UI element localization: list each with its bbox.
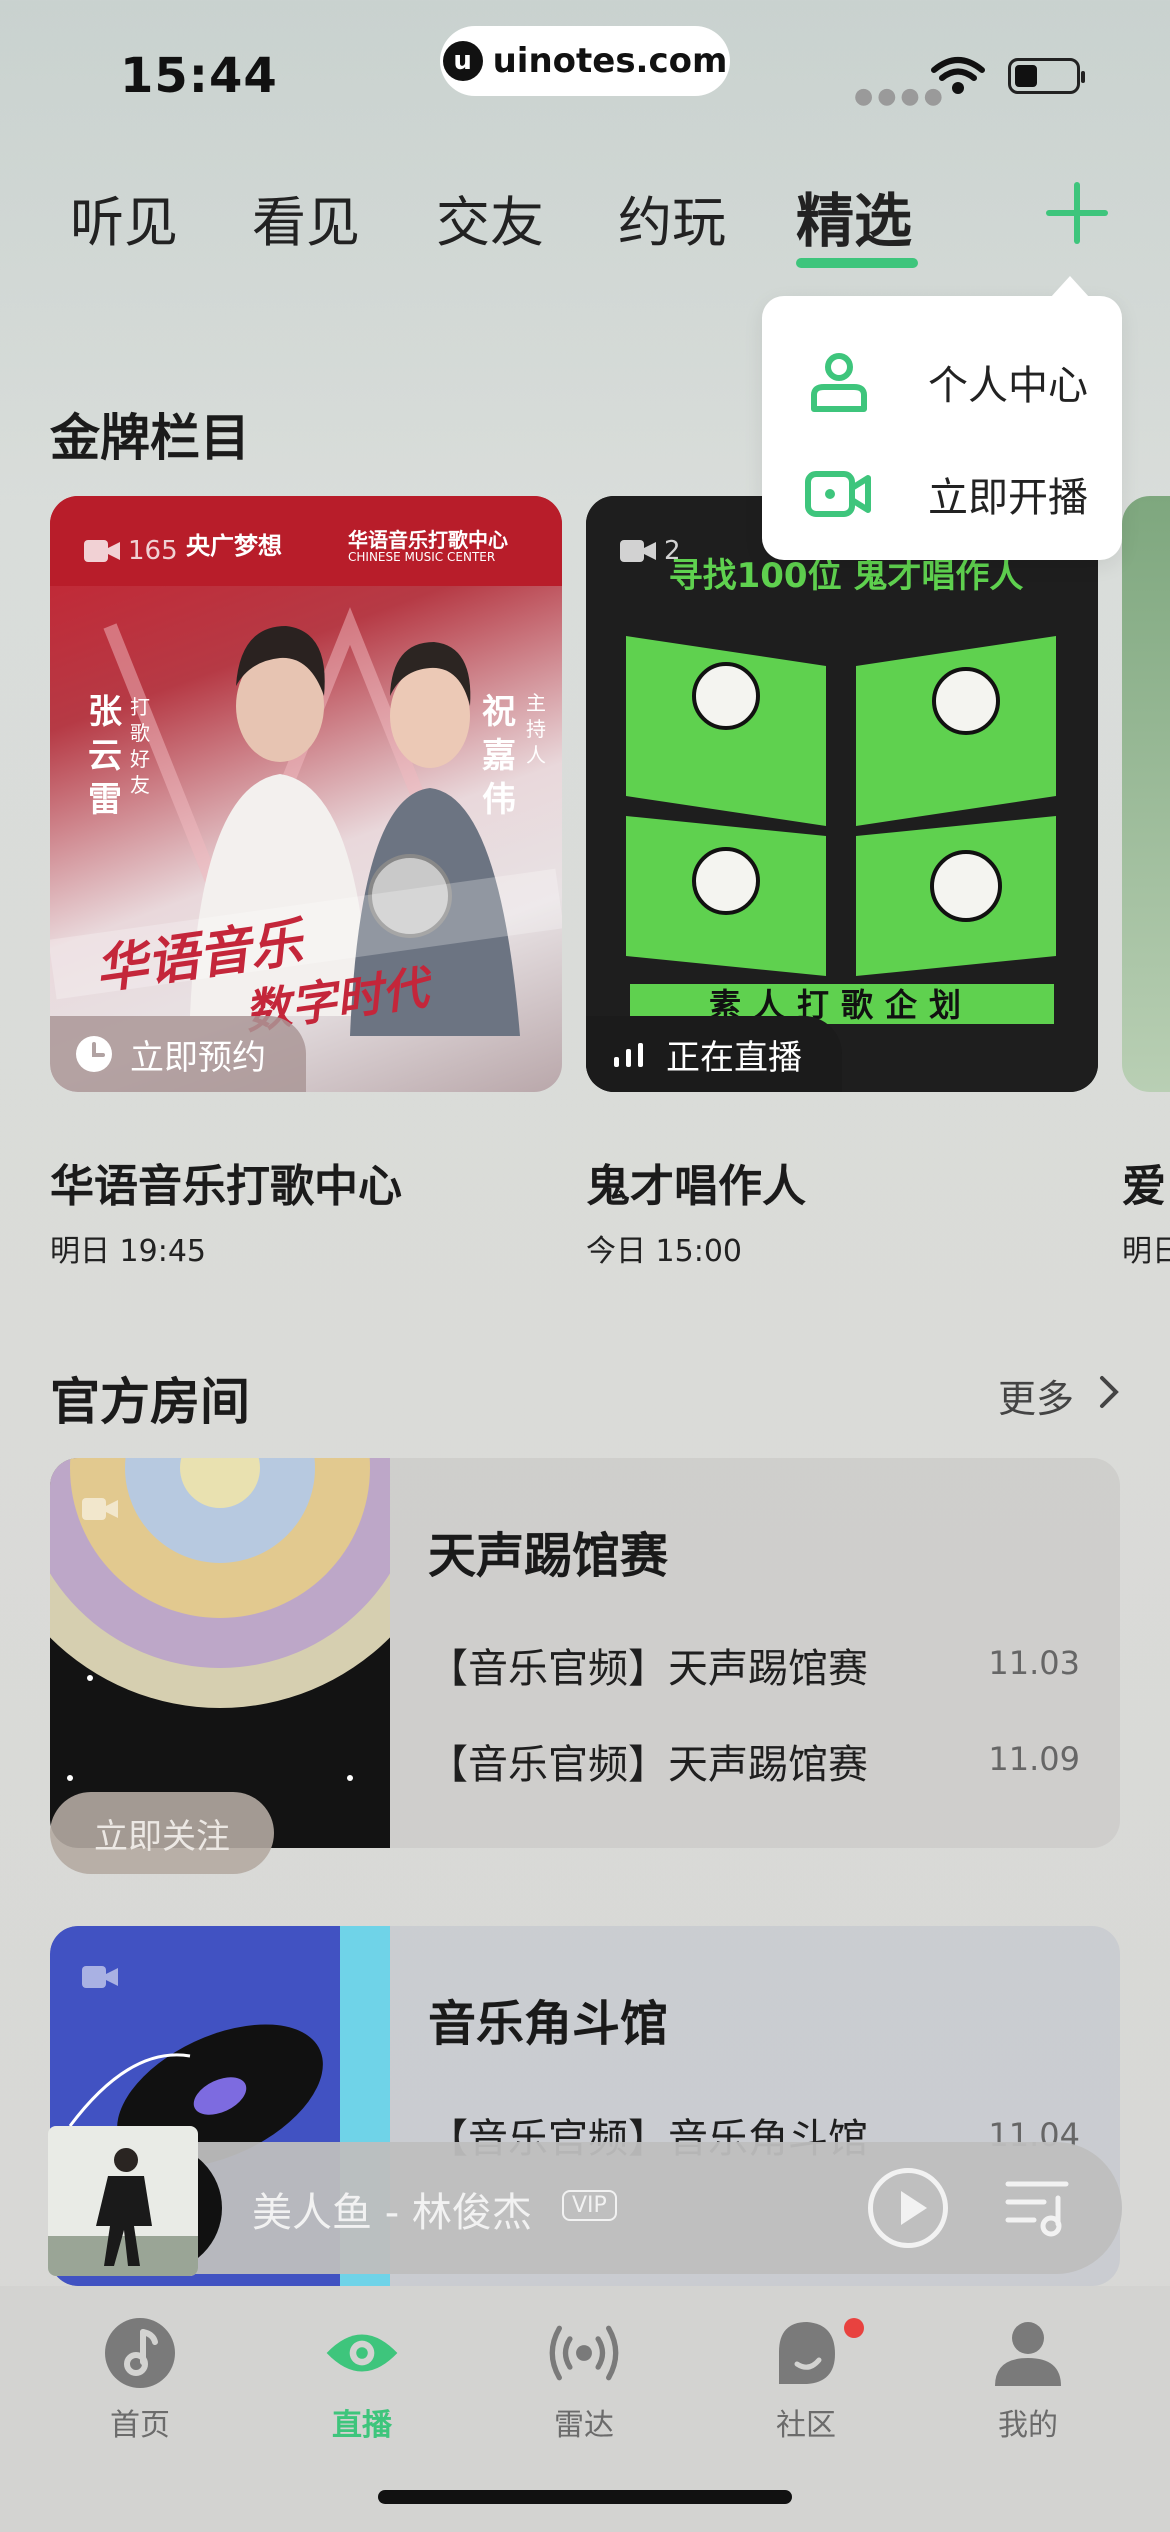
bottom-tab-label: 首页 xyxy=(110,2408,170,2443)
gold-card-3[interactable] xyxy=(1122,496,1170,1092)
add-button[interactable] xyxy=(1046,182,1108,244)
play-button[interactable] xyxy=(868,2168,948,2248)
radar-icon xyxy=(547,2316,621,2390)
viewer-count: 165 xyxy=(128,536,178,566)
more-link[interactable]: 更多 xyxy=(998,1368,1074,1423)
menu-item-label: 个人中心 xyxy=(928,363,1088,409)
profile-icon xyxy=(991,2316,1065,2390)
bottom-tab-label: 我的 xyxy=(998,2408,1058,2443)
card-title: 鬼才唱作人 xyxy=(586,1161,806,1212)
url-pill: u uinotes.com xyxy=(440,26,730,96)
video-icon xyxy=(82,1966,118,1988)
vip-badge: VIP xyxy=(562,2190,617,2221)
poster-host-2-role: 主持人 xyxy=(526,691,546,767)
section-title-gold: 金牌栏目 xyxy=(50,409,250,467)
wifi-icon xyxy=(931,57,985,94)
room-title: 音乐角斗馆 xyxy=(428,1996,669,2052)
room-program-date: 11.09 xyxy=(988,1740,1080,1778)
tab-yuewan[interactable]: 约玩 xyxy=(618,178,726,257)
video-icon xyxy=(82,1498,118,1520)
section-title-official: 官方房间 xyxy=(50,1373,250,1431)
home-indicator xyxy=(378,2490,792,2504)
chevron-right-icon[interactable] xyxy=(1098,1372,1122,1412)
room-program-date: 11.03 xyxy=(988,1644,1080,1682)
music-note-icon xyxy=(103,2316,177,2390)
card-title: 爱 xyxy=(1122,1161,1166,1212)
menu-item-start-live[interactable]: 立即开播 xyxy=(762,434,1122,554)
eye-icon xyxy=(325,2316,399,2390)
menu-item-label: 立即开播 xyxy=(928,475,1088,521)
card-title: 华语音乐打歌中心 xyxy=(50,1161,402,1212)
notification-badge xyxy=(844,2318,864,2338)
card-time: 明日 19:45 xyxy=(50,1234,206,1269)
clock-icon xyxy=(76,1036,112,1072)
active-tab-indicator xyxy=(796,258,918,268)
reserve-label: 立即预约 xyxy=(130,1037,266,1078)
poster-brand: 央广梦想 xyxy=(186,532,282,560)
poster-brand-2: 华语音乐打歌中心 xyxy=(348,528,508,552)
uinotes-logo-icon: u xyxy=(442,41,483,81)
popover-arrow xyxy=(1050,276,1090,298)
tab-jingxuan[interactable]: 精选 xyxy=(796,174,912,258)
room-title: 天声踢馆赛 xyxy=(428,1528,669,1584)
bottom-tab-label: 雷达 xyxy=(554,2408,614,2443)
menu-item-personal-center[interactable]: 个人中心 xyxy=(762,322,1122,442)
room-program[interactable]: 【音乐官频】天声踢馆赛 xyxy=(428,1636,868,1694)
bottom-tab-label: 社区 xyxy=(776,2408,836,2443)
url-text: uinotes.com xyxy=(492,41,728,81)
bottom-tab-home[interactable]: 首页 xyxy=(60,2316,220,2444)
gold-card-2[interactable]: 寻找100位 鬼才唱作人 素人打歌企划 2 正在直播 xyxy=(586,496,1098,1092)
card-time: 今日 15:00 xyxy=(586,1234,742,1269)
person-icon xyxy=(804,347,874,417)
poster-host-1-role: 打歌好友 xyxy=(130,695,150,797)
add-popover-menu: 个人中心 立即开播 xyxy=(762,296,1122,560)
poster-host-1: 张云雷 xyxy=(88,692,122,820)
live-badge: 正在直播 xyxy=(586,1016,842,1092)
bottom-tab-label: 直播 xyxy=(332,2408,392,2443)
live-label: 正在直播 xyxy=(666,1037,802,1078)
bottom-tab-radar[interactable]: 雷达 xyxy=(504,2316,664,2444)
battery-icon xyxy=(1008,58,1085,94)
live-bars-icon xyxy=(614,1043,643,1067)
tab-tingjian[interactable]: 听见 xyxy=(70,178,178,257)
video-icon xyxy=(84,540,120,562)
album-cover[interactable] xyxy=(48,2126,198,2276)
video-camera-icon xyxy=(804,459,874,529)
video-icon xyxy=(620,540,656,562)
community-icon xyxy=(769,2316,843,2390)
tab-jiaoyou[interactable]: 交友 xyxy=(436,178,544,257)
tab-kanjian[interactable]: 看见 xyxy=(252,178,360,257)
poster-brand-2-en: CHINESE MUSIC CENTER xyxy=(348,550,496,564)
poster-host-2: 祝嘉伟 xyxy=(482,692,516,820)
status-time: 15:44 xyxy=(120,48,278,104)
follow-button[interactable]: 立即关注 xyxy=(50,1792,274,1874)
bottom-tab-mine[interactable]: 我的 xyxy=(948,2316,1108,2444)
playlist-icon[interactable] xyxy=(1004,2178,1074,2238)
reserve-button[interactable]: 立即预约 xyxy=(50,1016,306,1092)
bottom-tab-live[interactable]: 直播 xyxy=(282,2316,442,2444)
room-card-1[interactable]: 天声踢馆赛 【音乐官频】天声踢馆赛 11.03 【音乐官频】天声踢馆赛 11.0… xyxy=(50,1458,1120,1848)
gold-card-1[interactable]: 165 央广梦想 华语音乐打歌中心 CHINESE MUSIC CENTER 张… xyxy=(50,496,562,1092)
room-program[interactable]: 【音乐官频】天声踢馆赛 xyxy=(428,1732,868,1790)
card-time: 明日 xyxy=(1122,1234,1170,1269)
viewer-count: 2 xyxy=(664,536,681,566)
bottom-tab-community[interactable]: 社区 xyxy=(726,2316,886,2444)
now-playing-title: 美人鱼 - 林俊杰 xyxy=(252,2190,532,2236)
